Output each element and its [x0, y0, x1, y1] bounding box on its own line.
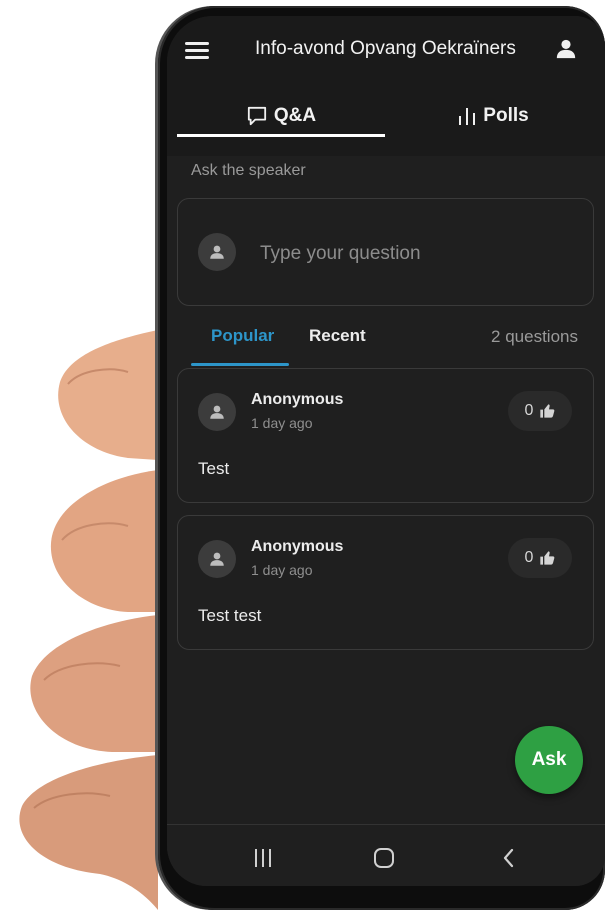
person-icon [198, 540, 236, 578]
thumbs-up-icon [539, 550, 555, 566]
tab-polls-label: Polls [483, 105, 529, 126]
tab-bar: Q&A Polls [177, 94, 597, 138]
question-time: 1 day ago [251, 562, 313, 578]
home-icon[interactable] [369, 843, 399, 873]
back-icon[interactable] [494, 843, 524, 873]
question-author: Anonymous [251, 391, 344, 408]
chat-bubble-icon [246, 106, 268, 126]
tab-qa[interactable]: Q&A [177, 94, 385, 138]
app-header: Info-avond Opvang Oekraïners Q&A Polls [167, 16, 605, 156]
person-icon [198, 233, 236, 271]
system-nav-bar [167, 824, 605, 886]
hamburger-menu-icon[interactable] [185, 42, 209, 60]
upvote-button[interactable]: 0 [508, 391, 572, 431]
question-input[interactable] [258, 239, 562, 269]
question-card: Anonymous 1 day ago 0 Test test [177, 515, 594, 650]
filter-popular[interactable]: Popular [211, 326, 274, 346]
question-author: Anonymous [251, 538, 344, 555]
bar-chart-icon [457, 106, 477, 126]
question-time: 1 day ago [251, 415, 313, 431]
filter-recent[interactable]: Recent [309, 326, 366, 346]
question-count: 2 questions [491, 327, 578, 346]
vote-count: 0 [524, 549, 534, 566]
user-icon[interactable] [555, 38, 577, 60]
tab-qa-label: Q&A [273, 105, 317, 126]
tab-active-indicator [177, 134, 385, 137]
ask-label: Ask the speaker [191, 162, 306, 179]
thumbs-up-icon [539, 403, 555, 419]
upvote-button[interactable]: 0 [508, 538, 572, 578]
question-text: Test test [198, 606, 262, 625]
filter-active-indicator [191, 363, 289, 366]
app-title: Info-avond Opvang Oekraïners [255, 38, 516, 59]
tab-polls[interactable]: Polls [389, 94, 597, 138]
ask-button[interactable]: Ask [515, 726, 583, 794]
vote-count: 0 [524, 402, 534, 419]
question-box[interactable] [177, 198, 594, 306]
person-icon [198, 393, 236, 431]
phone-screen: Info-avond Opvang Oekraïners Q&A Polls A… [167, 16, 605, 886]
recent-apps-icon[interactable] [248, 843, 278, 873]
question-text: Test [198, 459, 230, 478]
question-card: Anonymous 1 day ago 0 Test [177, 368, 594, 503]
